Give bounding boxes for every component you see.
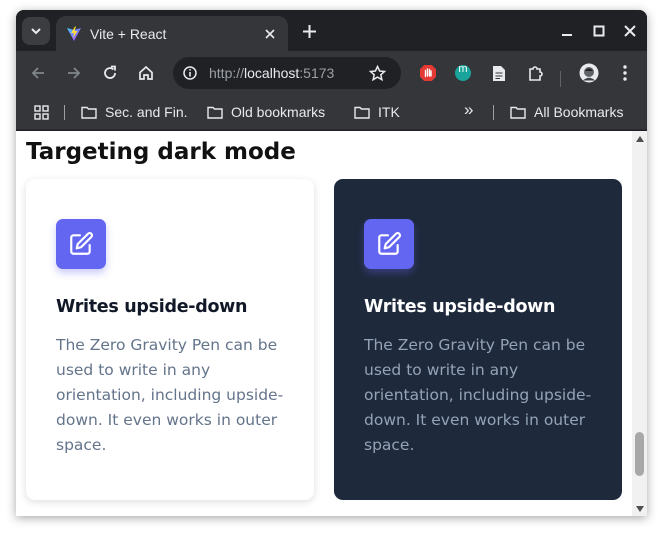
card-title: Writes upside-down (364, 297, 556, 317)
feature-card-dark: Writes upside-down The Zero Gravity Pen … (334, 179, 622, 500)
bookmark-folder-itk[interactable]: ITK (354, 102, 400, 122)
bookmark-label: Old bookmarks (231, 104, 326, 120)
extension-adblock-button[interactable] (416, 61, 440, 85)
new-tab-button[interactable] (298, 20, 320, 42)
chevron-down-icon (31, 28, 41, 35)
card-icon-box (56, 219, 106, 269)
home-button[interactable] (134, 61, 158, 85)
bookmark-folder-sec-fin[interactable]: Sec. and Fin. (81, 102, 188, 122)
home-icon (139, 65, 153, 80)
vertical-scrollbar[interactable] (632, 131, 647, 516)
triangle-down-icon (635, 505, 644, 512)
scroll-down-button[interactable] (632, 501, 647, 516)
apps-button[interactable] (34, 102, 49, 122)
card-icon-box (364, 219, 414, 269)
folder-icon (510, 106, 526, 119)
scrollbar-thumb[interactable] (635, 432, 644, 476)
url-text[interactable]: http://localhost:5173 (209, 65, 334, 81)
card-description: The Zero Gravity Pen can be used to writ… (56, 336, 284, 454)
bookmarks-overflow-button[interactable]: » (464, 100, 473, 120)
extensions-button[interactable] (523, 61, 547, 85)
arrow-left-icon (31, 67, 44, 79)
page-title: Targeting dark mode (26, 139, 296, 165)
minimize-icon (562, 34, 572, 36)
card-description: The Zero Gravity Pen can be used to writ… (364, 336, 592, 454)
tab-search-button[interactable] (22, 17, 50, 45)
page-viewport: Targeting dark mode Writes upside-down T… (16, 131, 647, 516)
triangle-up-icon (635, 135, 644, 142)
feature-card-light: Writes upside-down The Zero Gravity Pen … (26, 179, 314, 500)
info-icon[interactable] (183, 66, 197, 80)
folder-icon (81, 106, 97, 119)
card-title: Writes upside-down (56, 297, 248, 317)
stop-hand-icon (420, 65, 436, 81)
tab-title: Vite + React (90, 25, 167, 42)
maximize-icon (593, 25, 605, 37)
reload-icon (104, 65, 116, 79)
tab-strip: Vite + React (16, 10, 647, 51)
maximize-button[interactable] (588, 20, 610, 42)
arrow-right-icon (68, 67, 81, 79)
close-window-button[interactable] (619, 20, 641, 42)
scroll-up-button[interactable] (632, 131, 647, 146)
pencil-square-icon (378, 232, 401, 255)
close-icon (624, 25, 636, 37)
folder-icon (354, 106, 370, 119)
puzzle-icon (528, 65, 543, 81)
bookmark-folder-old[interactable]: Old bookmarks (207, 102, 325, 122)
bookmarks-divider (493, 105, 494, 120)
browser-toolbar: http://localhost:5173 m (16, 51, 647, 94)
minimize-button[interactable] (556, 20, 578, 42)
extension-m-button[interactable]: m (451, 61, 475, 85)
reload-button[interactable] (98, 61, 122, 85)
apps-grid-icon (34, 104, 49, 120)
bookmark-label: ITK (378, 104, 400, 120)
toolbar-divider (560, 71, 561, 87)
kebab-menu-icon (623, 65, 627, 81)
tab-active[interactable]: Vite + React (56, 16, 288, 51)
extension-doc-button[interactable] (487, 61, 511, 85)
bookmark-star-button[interactable] (365, 61, 389, 85)
profile-button[interactable] (577, 61, 601, 85)
bookmark-label: Sec. and Fin. (105, 104, 188, 120)
star-icon (368, 64, 386, 81)
back-button[interactable] (26, 61, 50, 85)
all-bookmarks-label: All Bookmarks (534, 104, 624, 120)
document-icon (493, 65, 505, 81)
avatar-icon (579, 63, 599, 83)
forward-button[interactable] (62, 61, 86, 85)
vite-logo-icon (67, 26, 81, 41)
plus-icon (302, 24, 316, 38)
all-bookmarks-button[interactable]: All Bookmarks (510, 102, 623, 122)
close-icon (265, 28, 275, 39)
pencil-square-icon (70, 232, 93, 255)
tab-close-button[interactable] (260, 24, 280, 44)
folder-icon (207, 106, 223, 119)
bookmarks-divider (64, 105, 65, 120)
bookmarks-bar: Sec. and Fin. Old bookmarks ITK » All Bo… (16, 94, 647, 130)
browser-window: Vite + React http://localhost:5173 m Sec… (16, 10, 647, 516)
menu-button[interactable] (613, 61, 637, 85)
extension-badge-letter: m (458, 63, 468, 75)
